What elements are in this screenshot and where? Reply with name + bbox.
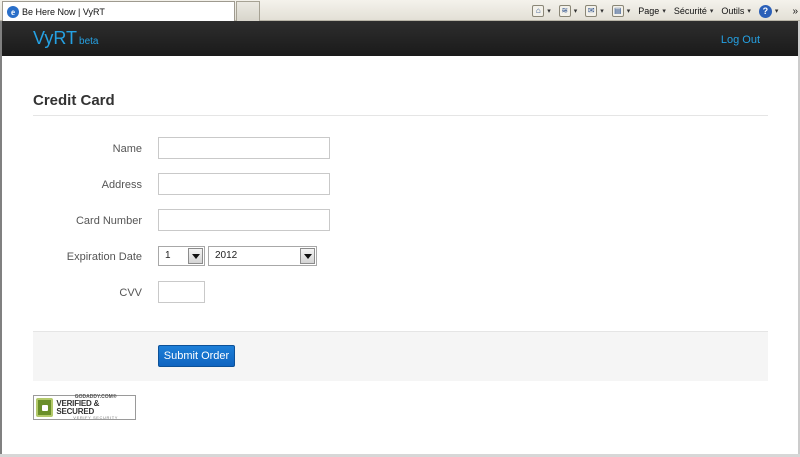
name-field[interactable] [158, 137, 330, 159]
app-navbar: VyRT beta Log Out [2, 21, 798, 56]
cvv-field[interactable] [158, 281, 205, 303]
seal-main-text: VERIFIED & SECURED [56, 399, 100, 416]
name-label: Name [112, 143, 142, 155]
mail-icon[interactable]: ✉ [585, 5, 598, 17]
command-bar: ⌂ ▾ ≋ ▾ ✉ ▾ ▤ ▾ Page ▾ Sécurité ▾ Outils ▾ ? ▾ » [532, 3, 798, 19]
chevron-down-icon: ▾ [709, 8, 714, 15]
title-divider [33, 115, 768, 116]
form-actions [33, 331, 768, 381]
card-number-field[interactable] [158, 209, 330, 231]
dropdown-arrow-icon[interactable] [300, 248, 315, 264]
browser-tab-title: Be Here Now | VyRT [22, 6, 105, 17]
more-commands-icon[interactable]: » [792, 6, 798, 17]
expiration-date-label: Expiration Date [66, 251, 142, 263]
page-title: Credit Card [33, 92, 115, 109]
card-number-label: Card Number [75, 215, 142, 227]
address-field[interactable] [158, 173, 330, 195]
brand-name: VyRT [33, 28, 78, 48]
expiration-month-value: 1 [165, 250, 171, 261]
browser-tab-active[interactable]: e Be Here Now | VyRT [2, 1, 235, 21]
expiration-year-value: 2012 [215, 250, 238, 261]
address-label: Address [101, 179, 142, 191]
lock-icon [36, 398, 54, 417]
chevron-down-icon[interactable]: ▾ [775, 7, 779, 15]
new-tab-button[interactable] [236, 1, 260, 21]
window-frame-left [0, 21, 2, 457]
seal-bottom-text: VERIFY SECURITY [73, 415, 119, 420]
home-icon[interactable]: ⌂ [532, 5, 545, 17]
tools-menu[interactable]: Outils [721, 6, 744, 16]
expiration-month-select[interactable]: 1 [158, 246, 205, 266]
print-icon[interactable]: ▤ [611, 5, 624, 17]
brand-beta-tag: beta [79, 36, 99, 47]
ie-logo-icon: e [7, 5, 19, 18]
rss-feed-icon[interactable]: ≋ [558, 5, 571, 17]
help-icon[interactable]: ? [758, 4, 772, 18]
logout-link[interactable]: Log Out [721, 34, 760, 46]
submit-order-button[interactable]: Submit Order [158, 345, 235, 367]
chevron-down-icon[interactable]: ▾ [600, 7, 604, 15]
chevron-down-icon: ▾ [662, 8, 666, 15]
seal-text: GODADDY.COM® VERIFIED & SECURED VERIFY S… [56, 395, 135, 420]
dropdown-arrow-icon[interactable] [188, 248, 203, 264]
chevron-down-icon: ▾ [747, 8, 751, 15]
browser-tab-bar: e Be Here Now | VyRT ⌂ ▾ ≋ ▾ ✉ ▾ ▤ ▾ Page ▾ S… [0, 0, 800, 21]
security-menu[interactable]: Sécurité [674, 6, 707, 16]
chevron-down-icon[interactable]: ▾ [547, 7, 551, 15]
godaddy-verified-seal[interactable]: GODADDY.COM® VERIFIED & SECURED VERIFY S… [33, 395, 136, 420]
expiration-year-select[interactable]: 2012 [208, 246, 317, 266]
page-menu[interactable]: Page [638, 6, 659, 16]
chevron-down-icon[interactable]: ▾ [574, 7, 578, 15]
chevron-down-icon[interactable]: ▾ [627, 7, 631, 15]
cvv-label: CVV [119, 287, 142, 299]
brand-logo[interactable]: VyRT beta [33, 28, 98, 52]
